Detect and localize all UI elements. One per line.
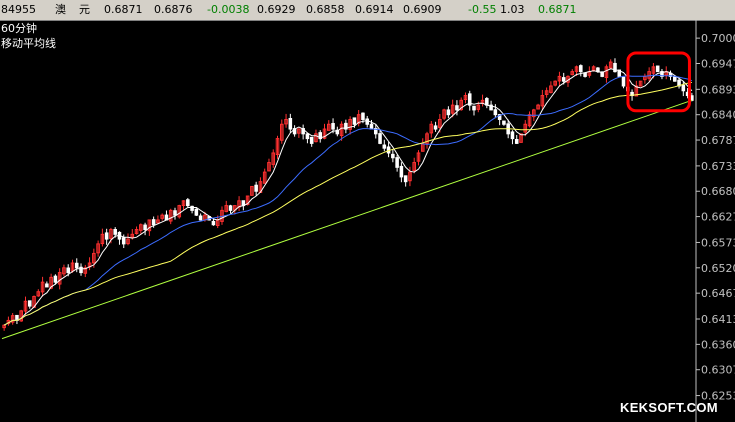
moving-average-line <box>3 74 693 326</box>
candle-body <box>143 224 147 231</box>
quote-code: 84955 <box>1 3 36 16</box>
candle-body <box>27 300 32 307</box>
y-tick-label: 0.6893 <box>701 83 735 96</box>
y-tick-label: 0.6680 <box>701 185 735 198</box>
panel-title: 60分钟 <box>1 22 37 35</box>
candle-body <box>672 75 677 82</box>
candle-body <box>514 139 519 144</box>
candle-body <box>121 237 126 245</box>
candle-body <box>288 117 293 130</box>
candle-body <box>369 123 374 130</box>
candle-body <box>113 229 117 235</box>
candle-body <box>583 72 587 77</box>
candle-body <box>352 117 357 125</box>
candle-body <box>655 65 660 73</box>
candle-body <box>485 98 489 106</box>
candle-body <box>690 95 694 101</box>
candle-body <box>190 205 194 211</box>
quote-price-5: 0.6914 <box>355 3 394 16</box>
candle-body <box>151 219 156 226</box>
candle-body <box>382 144 387 149</box>
candle-body <box>211 220 216 226</box>
quote-change: -0.0038 <box>207 3 250 16</box>
y-tick-label: 0.6520 <box>701 262 735 275</box>
indicator-name: 移动平均线 <box>1 37 56 50</box>
candle-body <box>198 215 203 221</box>
candle-body <box>45 283 49 288</box>
y-tick-label: 0.6787 <box>701 134 735 147</box>
quote-bar: 84955 澳 元 0.6871 0.6876 -0.0038 0.6929 0… <box>0 0 735 21</box>
quote-last: 0.6871 <box>104 3 143 16</box>
candle-body <box>331 123 335 130</box>
candle-body <box>502 120 506 125</box>
quote-name-1: 澳 <box>55 3 66 16</box>
candle-body <box>186 199 190 207</box>
y-tick-label: 0.6733 <box>701 160 735 173</box>
candle-body <box>472 105 476 111</box>
candle-body <box>365 118 370 125</box>
candle-body <box>395 157 399 168</box>
candle-body <box>254 184 258 192</box>
candle-body <box>305 133 310 140</box>
moving-average-line <box>3 68 693 326</box>
candle-body <box>173 210 177 216</box>
candle-body <box>681 84 686 92</box>
y-tick-label: 0.6573 <box>701 236 735 249</box>
candle-body <box>621 76 626 87</box>
quote-price-7: 0.6871 <box>538 3 577 16</box>
candle-body <box>493 109 498 116</box>
y-tick-label: 0.6840 <box>701 109 735 122</box>
y-tick-label: 0.6627 <box>701 211 735 224</box>
quote-ratio: 1.03 <box>500 3 525 16</box>
y-tick-label: 0.6307 <box>701 364 735 377</box>
candle-body <box>74 262 79 269</box>
y-tick-label: 0.6467 <box>701 287 735 300</box>
y-tick-label: 0.7000 <box>701 32 735 45</box>
candle-body <box>446 109 451 116</box>
chart-window: 84955 澳 元 0.6871 0.6876 -0.0038 0.6929 0… <box>0 0 735 422</box>
candle-body <box>361 112 365 120</box>
quote-price-3: 0.6929 <box>257 3 296 16</box>
candle-body <box>403 175 408 183</box>
candle-body <box>79 266 83 274</box>
trendline <box>1 99 693 340</box>
quote-price-4: 0.6858 <box>306 3 345 16</box>
candle-body <box>194 208 199 216</box>
candle-body <box>391 153 395 159</box>
quote-price-6: 0.6909 <box>403 3 442 16</box>
quote-change-pct: -0.55 <box>468 3 497 16</box>
candle-body <box>561 77 566 82</box>
candle-body <box>433 125 438 130</box>
candle-body <box>510 131 515 140</box>
candle-body <box>228 205 233 211</box>
candle-body <box>309 136 314 144</box>
candle-body <box>399 165 404 178</box>
watermark: KEKSOFT.COM <box>620 400 718 415</box>
candlestick-chart[interactable]: 0.7000 0.6947 0.6893 0.6840 0.6787 0.6733 0.66… <box>0 20 735 422</box>
candle-body <box>53 275 58 283</box>
candle-body <box>378 133 382 144</box>
y-tick-label: 0.6413 <box>701 313 735 326</box>
y-tick-label: 0.6360 <box>701 338 735 351</box>
moving-average-line <box>3 81 692 326</box>
y-tick-label: 0.6947 <box>701 57 735 70</box>
candle-body <box>455 105 459 111</box>
candle-body <box>66 267 70 274</box>
candle-body <box>579 65 583 73</box>
quote-price-2: 0.6876 <box>154 3 193 16</box>
candle-body <box>104 232 109 240</box>
quote-name-2: 元 <box>79 3 90 16</box>
